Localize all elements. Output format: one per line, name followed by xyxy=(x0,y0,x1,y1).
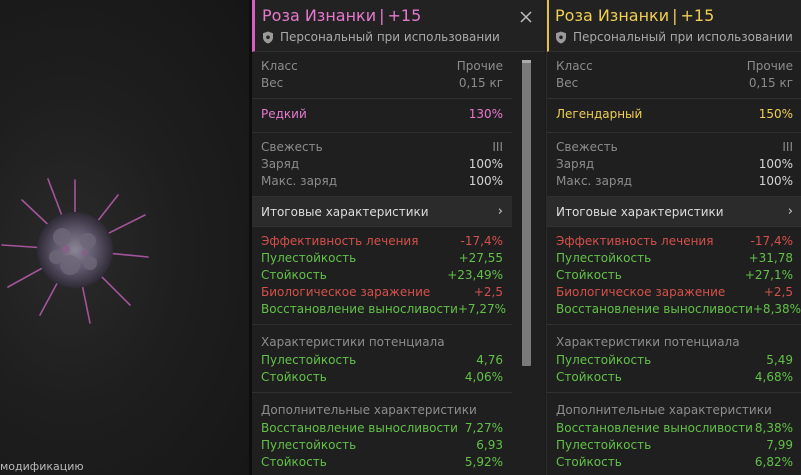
rose-artifact-image xyxy=(1,178,149,324)
rarity-section: Редкий 130% xyxy=(252,99,512,133)
binding-label: Персональный при использовании xyxy=(573,30,793,44)
potential-row: Пулестойкость 4,76 xyxy=(261,353,503,367)
item-preview-scene: модификацию xyxy=(0,0,249,475)
tooltip-header: Роза Изнанки | +15 Персональный при исполь… xyxy=(547,0,801,52)
extra-row: Пулестойкость 6,93 xyxy=(261,438,503,452)
status-row-freshness: Свежесть III xyxy=(261,140,503,154)
extra-row: Восстановление выносливости 8,38% xyxy=(556,421,793,435)
title-separator: | xyxy=(379,6,385,25)
item-name: Роза Изнанки xyxy=(555,6,670,25)
shield-icon xyxy=(556,31,566,43)
info-row-weight: Вес 0,15 кг xyxy=(261,76,503,90)
potential-row: Пулестойкость 5,49 xyxy=(556,353,793,367)
status-row-max-charge: Макс. заряд 100% xyxy=(261,174,503,188)
status-row-max-charge: Макс. заряд 100% xyxy=(556,174,793,188)
potential-section: Характеристики потенциала Пулестойкость 5… xyxy=(547,325,801,393)
info-section: Класс Прочие Вес 0,15 кг xyxy=(252,52,512,99)
status-section: Свежесть III Заряд 100% Макс. заряд 100% xyxy=(547,133,801,197)
extra-row: Стойкость 6,82% xyxy=(556,455,793,469)
info-row-weight: Вес 0,15 кг xyxy=(556,76,793,90)
total-row: Стойкость +27,1% xyxy=(556,268,793,282)
scrollbar-cap xyxy=(522,60,531,63)
binding-label: Персональный при использовании xyxy=(280,30,500,44)
item-level: +15 xyxy=(387,6,422,25)
info-row-class: Класс Прочие xyxy=(261,59,503,73)
potential-heading: Характеристики потенциала xyxy=(261,335,445,349)
total-row: Эффективность лечения -17,4% xyxy=(261,234,503,248)
tooltip-header: Роза Изнанки | +15 Персональный при исполь… xyxy=(252,0,545,52)
shield-icon xyxy=(263,31,273,43)
status-row-freshness: Свежесть III xyxy=(556,140,793,154)
potential-row: Стойкость 4,68% xyxy=(556,370,793,384)
total-row: Эффективность лечения -17,4% xyxy=(556,234,793,248)
rarity-row: Легендарный 150% xyxy=(556,107,793,121)
total-row: Пулестойкость +27,55 xyxy=(261,251,503,265)
item-title: Роза Изнанки | +15 xyxy=(555,6,801,26)
totals-label: Итоговые характеристики xyxy=(261,204,429,219)
binding-info: Персональный при использовании xyxy=(262,30,545,44)
status-row-charge: Заряд 100% xyxy=(556,157,793,171)
totals-section: Эффективность лечения -17,4% Пулестойкост… xyxy=(547,227,801,325)
total-row: Восстановление выносливости +7,27% xyxy=(261,302,507,316)
item-title: Роза Изнанки | +15 xyxy=(262,6,545,26)
info-row-class: Класс Прочие xyxy=(556,59,793,73)
scrollbar-thumb[interactable] xyxy=(522,60,531,366)
info-section: Класс Прочие Вес 0,15 кг xyxy=(547,52,801,99)
total-row: Пулестойкость +31,78 xyxy=(556,251,793,265)
extra-row: Стойкость 5,92% xyxy=(261,455,503,469)
totals-toggle[interactable]: Итоговые характеристики › xyxy=(547,197,801,227)
close-icon[interactable] xyxy=(519,10,533,24)
potential-row: Стойкость 4,06% xyxy=(261,370,503,384)
item-level: +15 xyxy=(680,6,715,25)
chevron-right-icon: › xyxy=(497,204,503,219)
status-section: Свежесть III Заряд 100% Макс. заряд 100% xyxy=(252,133,512,197)
extra-row: Пулестойкость 7,99 xyxy=(556,438,793,452)
totals-toggle[interactable]: Итоговые характеристики › xyxy=(252,197,512,227)
extra-heading: Дополнительные характеристики xyxy=(261,403,477,417)
scene-caption: модификацию xyxy=(0,460,84,473)
total-row: Восстановление выносливости +8,38% xyxy=(556,302,801,316)
potential-heading: Характеристики потенциала xyxy=(556,335,740,349)
rarity-row: Редкий 130% xyxy=(261,107,503,121)
rarity-section: Легендарный 150% xyxy=(547,99,801,133)
item-tooltip-current: Роза Изнанки | +15 Персональный при исполь… xyxy=(252,0,545,475)
total-row: Стойкость +23,49% xyxy=(261,268,503,282)
total-row: Биологическое заражение +2,5 xyxy=(556,285,793,299)
item-tooltip-compare: Роза Изнанки | +15 Персональный при исполь… xyxy=(546,0,801,475)
extra-row: Восстановление выносливости 7,27% xyxy=(261,421,503,435)
extra-heading: Дополнительные характеристики xyxy=(556,403,772,417)
total-row: Биологическое заражение +2,5 xyxy=(261,285,503,299)
status-row-charge: Заряд 100% xyxy=(261,157,503,171)
title-separator: | xyxy=(672,6,678,25)
extra-section: Дополнительные характеристики Восстановл… xyxy=(252,393,512,475)
totals-label: Итоговые характеристики xyxy=(556,204,724,219)
binding-info: Персональный при использовании xyxy=(555,30,801,44)
chevron-right-icon: › xyxy=(787,204,793,219)
totals-section: Эффективность лечения -17,4% Пулестойкост… xyxy=(252,227,512,325)
potential-section: Характеристики потенциала Пулестойкость 4… xyxy=(252,325,512,393)
extra-section: Дополнительные характеристики Восстановл… xyxy=(547,393,801,475)
item-name: Роза Изнанки xyxy=(262,6,377,25)
